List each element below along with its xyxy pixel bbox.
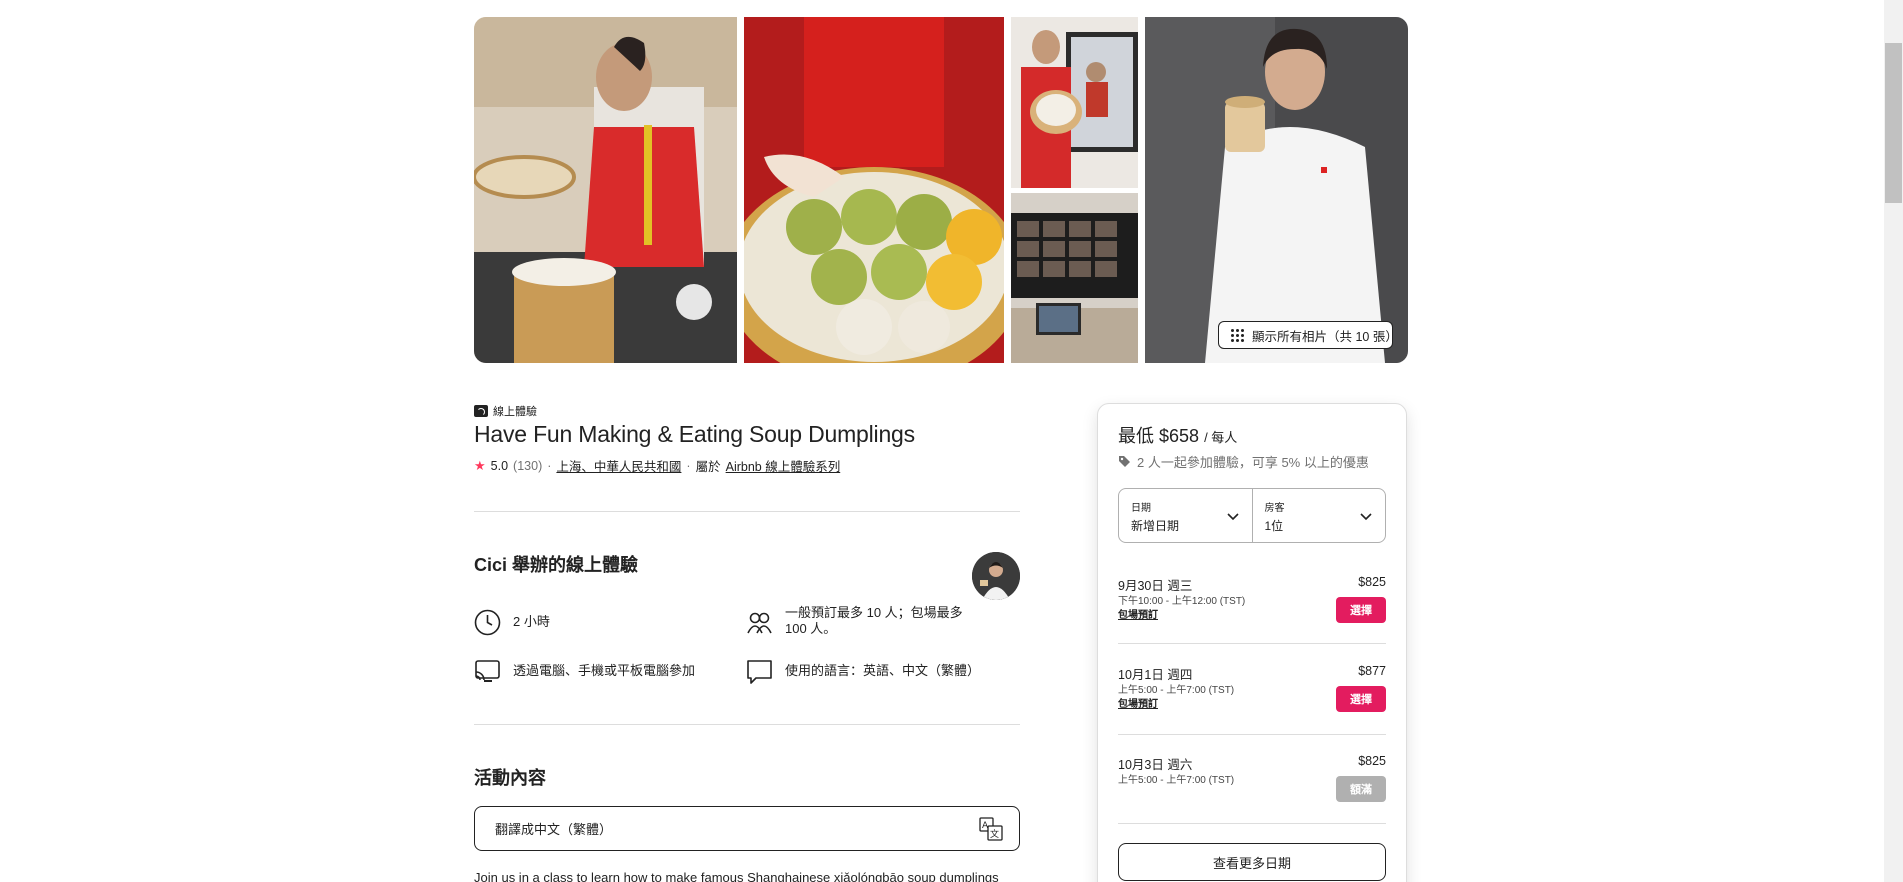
private-booking-link[interactable]: 包場預訂 xyxy=(1118,695,1158,710)
slot-price: $877 xyxy=(1358,664,1386,678)
scrollbar-thumb[interactable] xyxy=(1885,43,1902,203)
show-all-photos-label: 顯示所有相片（共 10 張） xyxy=(1252,329,1398,344)
slot-time: 上午5:00 - 上午7:00 (TST) xyxy=(1118,685,1235,696)
location-link[interactable]: 上海、中華人民共和國 xyxy=(556,456,681,475)
page-title: Have Fun Making & Eating Soup Dumplings xyxy=(474,421,915,447)
price-unit: / 每人 xyxy=(1204,430,1238,445)
price-value: $658 xyxy=(1159,426,1200,446)
host-avatar[interactable] xyxy=(972,552,1020,600)
people-icon xyxy=(747,612,772,634)
date-guest-picker: 日期 新增日期 房客 1位 xyxy=(1118,488,1386,543)
devices-feature: 透過電腦、手機或平板電腦參加 xyxy=(474,658,695,685)
listing-meta: ★ 5.0 (130) · 上海、中華人民共和國 · 屬於 Airbnb 線上體… xyxy=(474,456,840,475)
date-label: 日期 xyxy=(1131,503,1151,514)
guests-label: 房客 xyxy=(1264,503,1285,514)
price-summary: 最低 $658 / 每人 xyxy=(1118,422,1237,448)
guests-picker[interactable]: 房客 1位 xyxy=(1251,489,1386,542)
translate-button[interactable]: 翻譯成中文（繁體） A 文 xyxy=(474,806,1020,851)
clock-icon xyxy=(474,609,501,636)
activity-section-title: 活動內容 xyxy=(474,768,546,788)
slot-divider xyxy=(1118,734,1386,735)
photo-dumplings-basket[interactable] xyxy=(744,17,1004,363)
languages-feature: 使用的語言：英語、中文（繁體） xyxy=(746,658,980,685)
photo-host-steamer[interactable] xyxy=(474,17,737,363)
devices-text: 透過電腦、手機或平板電腦參加 xyxy=(513,663,696,678)
group-discount: 2 人一起參加體驗，可享 5% 以上的優惠 xyxy=(1118,452,1369,471)
duration-feature: 2 小時 xyxy=(474,609,550,636)
slot-divider xyxy=(1118,643,1386,644)
slot-time: 上午5:00 - 上午7:00 (TST) xyxy=(1118,775,1235,786)
series-prefix: 屬於 xyxy=(695,460,721,474)
series-link[interactable]: Airbnb 線上體驗系列 xyxy=(726,456,841,475)
broadcast-icon xyxy=(474,405,488,417)
price-prefix: 最低 xyxy=(1118,426,1154,446)
duration-text: 2 小時 xyxy=(513,614,550,629)
chevron-down-icon xyxy=(1360,513,1372,521)
star-icon: ★ xyxy=(474,457,486,473)
host-title: Cici 舉辦的線上體驗 xyxy=(474,555,639,575)
show-all-photos-button[interactable]: 顯示所有相片（共 10 張） xyxy=(1218,321,1398,349)
slot-time: 下午10:00 - 上午12:00 (TST) xyxy=(1118,596,1246,607)
discount-text: 2 人一起參加體驗，可享 5% 以上的優惠 xyxy=(1137,455,1369,470)
slot-price: $825 xyxy=(1358,754,1386,768)
private-booking-link[interactable]: 包場預訂 xyxy=(1118,606,1158,621)
choose-button[interactable]: 選擇 xyxy=(1336,597,1386,623)
date-value: 新增日期 xyxy=(1131,519,1180,533)
translate-label: 翻譯成中文（繁體） xyxy=(495,822,613,837)
grid-icon xyxy=(1231,328,1244,342)
section-divider xyxy=(474,511,1020,512)
photo-host-video-call[interactable] xyxy=(1011,17,1138,188)
photo-zoom-class[interactable] xyxy=(1011,193,1138,363)
slot-divider xyxy=(1118,823,1386,824)
chevron-down-icon xyxy=(1226,513,1239,521)
online-experience-tag: 線上體驗 xyxy=(474,403,537,419)
languages-text: 使用的語言：英語、中文（繁體） xyxy=(785,663,981,678)
see-more-dates-button[interactable]: 查看更多日期 xyxy=(1118,843,1386,881)
translate-icon: A 文 xyxy=(979,816,1003,841)
rating-value: 5.0 xyxy=(490,458,509,473)
svg-text:文: 文 xyxy=(990,828,999,840)
meta-separator: · xyxy=(547,458,552,473)
choose-button[interactable]: 選擇 xyxy=(1336,686,1386,712)
review-count[interactable]: (130) xyxy=(513,459,542,473)
price-tag-icon xyxy=(1119,456,1130,467)
section-divider xyxy=(474,724,1020,725)
activity-description: Join us in a class to learn how to make … xyxy=(474,870,999,882)
sold-out-button: 額滿 xyxy=(1336,776,1386,802)
svg-text:A: A xyxy=(982,821,989,831)
group-size-text: 一般預訂最多 10 人；包場最多 100 人。 xyxy=(785,605,963,636)
speech-bubble-icon xyxy=(747,660,772,684)
group-size-feature: 一般預訂最多 10 人；包場最多 100 人。 xyxy=(746,605,996,637)
guests-value: 1位 xyxy=(1264,519,1284,533)
category-label: 線上體驗 xyxy=(493,406,537,418)
date-picker[interactable]: 日期 新增日期 xyxy=(1119,489,1252,542)
meta-separator: · xyxy=(686,458,691,473)
cast-screen-icon xyxy=(475,660,500,682)
photo-chef-portrait[interactable] xyxy=(1145,17,1408,363)
slot-price: $825 xyxy=(1358,575,1386,589)
